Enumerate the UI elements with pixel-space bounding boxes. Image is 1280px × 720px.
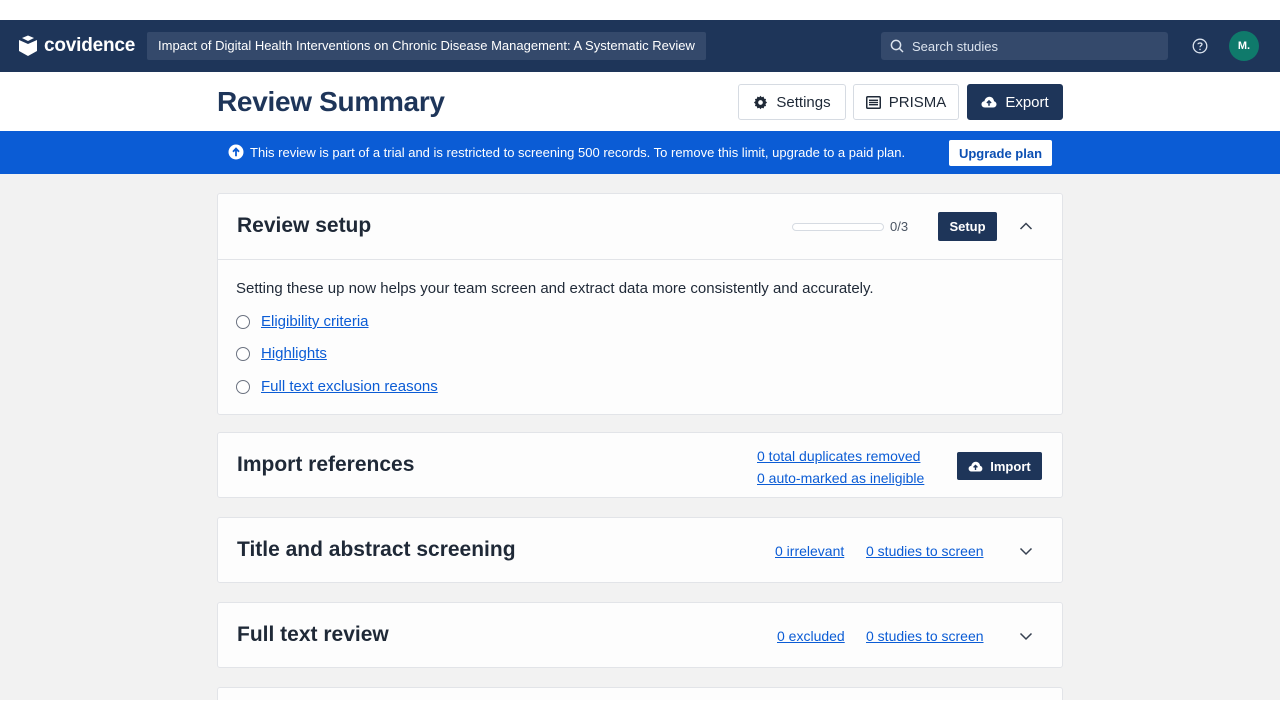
setup-progress-label: 0/3 [890,219,909,234]
title-abstract-title: Title and abstract screening [237,538,516,561]
arrow-up-circle-icon [228,144,244,160]
review-setup-header[interactable]: Review setup 0/3 Setup [218,194,1062,260]
covidence-logo[interactable]: covidence [18,33,135,59]
logo-text: covidence [44,35,136,56]
import-button[interactable]: Import [957,452,1042,480]
search-icon [890,39,904,53]
studies-to-screen-link[interactable]: 0 studies to screen [866,628,984,644]
help-icon[interactable] [1192,38,1208,54]
settings-button[interactable]: Settings [738,84,846,120]
import-stats: 0 total duplicates removed 0 auto-marked… [757,445,924,489]
chevron-down-icon[interactable] [1019,544,1033,558]
title-abstract-screening-card[interactable]: Title and abstract screening 0 irrelevan… [217,517,1063,583]
radio-circle[interactable] [236,346,250,361]
chevron-up-icon[interactable] [1019,219,1033,233]
main-content: Review setup 0/3 Setup Setting these up … [0,174,1280,700]
trial-banner: This review is part of a trial and is re… [0,131,1280,174]
full-text-review-title: Full text review [237,623,389,646]
radio-circle[interactable] [236,314,250,329]
export-button[interactable]: Export [967,84,1063,120]
exclusion-reasons-link[interactable]: Full text exclusion reasons [261,378,438,395]
studies-to-screen-link[interactable]: 0 studies to screen [866,543,984,559]
page-header: Review Summary Settings PRISMA Export [0,72,1280,131]
review-setup-title: Review setup [237,214,372,237]
review-title[interactable]: Impact of Digital Health Interventions o… [147,32,706,60]
covidence-logo-icon [19,35,37,56]
top-nav-bar: covidence Impact of Digital Health Inter… [0,20,1280,72]
upgrade-plan-button[interactable]: Upgrade plan [949,140,1052,166]
import-label: Import [990,458,1031,474]
setup-item-highlights[interactable]: Highlights [236,345,327,362]
auto-marked-ineligible-link[interactable]: 0 auto-marked as ineligible [757,467,924,489]
prisma-button[interactable]: PRISMA [853,84,959,120]
list-icon [865,95,881,109]
search-input[interactable]: Search studies [881,32,1168,60]
excluded-link[interactable]: 0 excluded [777,628,845,644]
setup-description: Setting these up now helps your team scr… [236,280,874,297]
import-references-title: Import references [237,453,415,476]
gear-icon [754,95,768,109]
radio-circle[interactable] [236,379,250,394]
setup-item-eligibility[interactable]: Eligibility criteria [236,313,369,330]
page-title: Review Summary [217,86,445,117]
export-label: Export [1005,93,1049,111]
next-stage-card [217,687,1063,700]
irrelevant-link[interactable]: 0 irrelevant [775,543,844,559]
chevron-down-icon[interactable] [1019,629,1033,643]
duplicates-removed-link[interactable]: 0 total duplicates removed [757,445,924,467]
setup-button[interactable]: Setup [938,212,997,241]
eligibility-criteria-link[interactable]: Eligibility criteria [261,313,369,330]
settings-label: Settings [776,93,831,111]
banner-text: This review is part of a trial and is re… [250,145,906,160]
setup-item-exclusion-reasons[interactable]: Full text exclusion reasons [236,378,438,395]
cloud-upload-icon [981,96,997,108]
user-avatar[interactable]: M. [1229,31,1259,61]
review-setup-card: Review setup 0/3 Setup Setting these up … [217,193,1063,415]
import-references-card: Import references 0 total duplicates rem… [217,432,1063,498]
prisma-label: PRISMA [888,93,947,111]
cloud-upload-icon [968,461,983,472]
highlights-link[interactable]: Highlights [261,345,327,362]
search-placeholder: Search studies [912,38,998,54]
setup-progress-bar [792,223,884,231]
full-text-review-card[interactable]: Full text review 0 excluded 0 studies to… [217,602,1063,668]
bottom-strip [0,700,1280,720]
